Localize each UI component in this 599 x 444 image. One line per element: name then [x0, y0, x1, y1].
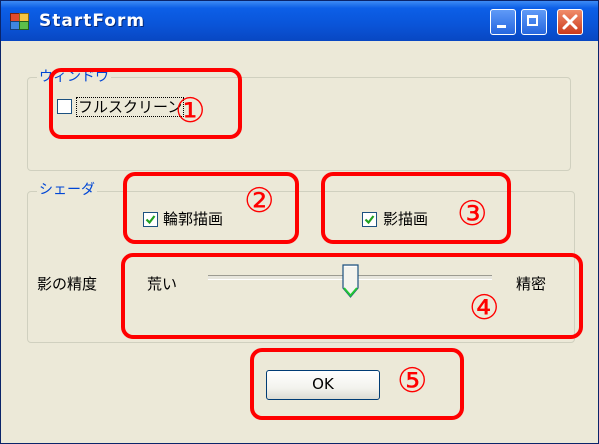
close-icon [562, 14, 578, 30]
maximize-button[interactable] [521, 9, 547, 35]
annotation-number-4: ④ [469, 288, 500, 328]
minimize-icon [497, 25, 506, 28]
start-form-window: StartForm ウィンドウ フルスクリーン シェーダ 輪郭描画 影描画 影の… [0, 0, 599, 444]
annotation-box-5 [250, 348, 464, 420]
annotation-box-1 [49, 68, 242, 139]
annotation-number-3: ③ [457, 194, 488, 234]
minimize-button[interactable] [490, 9, 516, 35]
annotation-box-4 [121, 253, 583, 339]
maximize-icon [527, 15, 538, 26]
window-title: StartForm [39, 11, 146, 31]
title-bar[interactable]: StartForm [1, 1, 598, 41]
shadow-precision-label: 影の精度 [37, 275, 98, 293]
annotation-number-5: ⑤ [397, 361, 428, 401]
close-button[interactable] [557, 9, 583, 35]
app-icon [10, 13, 29, 30]
annotation-number-1: ① [175, 91, 206, 131]
shader-group-label: シェーダ [37, 182, 97, 198]
annotation-number-2: ② [244, 181, 275, 221]
